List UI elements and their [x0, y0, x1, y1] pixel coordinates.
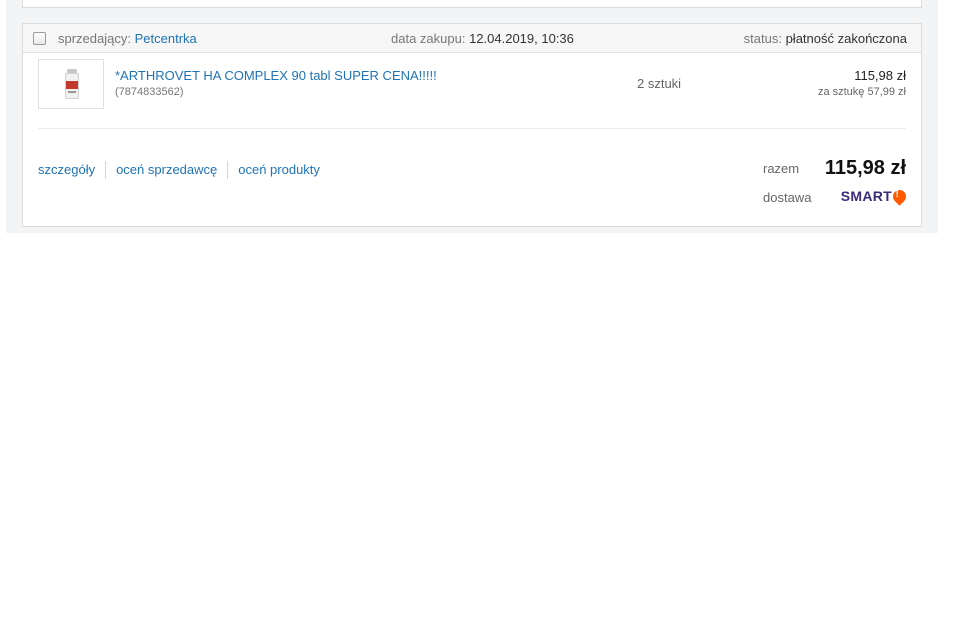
checkbox-icon[interactable]	[33, 32, 46, 45]
status-label: status:	[743, 31, 782, 46]
order-actions: szczegóły oceń sprzedawcę oceń produkty	[38, 161, 330, 179]
date-value: 12.04.2019, 10:36	[469, 31, 574, 46]
seller-info: sprzedający: Petcentrka	[58, 31, 197, 46]
date-label: data zakupu:	[391, 31, 466, 46]
rate-products-link[interactable]: oceń produkty	[227, 161, 330, 179]
seller-label: sprzedający:	[58, 31, 131, 46]
total-value: 115,98 zł	[824, 157, 906, 179]
product-title-link[interactable]: *ARTHROVET HA COMPLEX 90 tabl SUPER CENA…	[115, 68, 437, 83]
order-header: sprzedający: Petcentrka data zakupu: 12.…	[23, 24, 921, 53]
order-card: sprzedający: Petcentrka data zakupu: 12.…	[22, 23, 922, 227]
order-status: status: płatność zakończona	[744, 31, 907, 46]
delivery-label: dostawa	[763, 190, 812, 205]
details-link[interactable]: szczegóły	[38, 161, 105, 179]
product-price: 115,98 zł	[854, 68, 906, 83]
product-thumbnail[interactable]	[38, 59, 104, 109]
previous-order-card	[22, 0, 922, 8]
status-value: płatność zakończona	[785, 31, 907, 46]
product-quantity: 2 sztuki	[637, 76, 682, 91]
total-label: razem	[763, 161, 800, 176]
order-item-row: *ARTHROVET HA COMPLEX 90 tabl SUPER CENA…	[23, 53, 921, 128]
smart-delivery-badge: SMART	[840, 186, 909, 206]
divider	[38, 128, 906, 129]
smart-location-pin-icon	[890, 186, 909, 206]
product-unit-price: za sztukę 57,99 zł	[817, 86, 906, 98]
product-id: (7874833562)	[115, 86, 184, 98]
rate-seller-link[interactable]: oceń sprzedawcę	[105, 161, 227, 179]
product-bottle-icon	[65, 69, 79, 99]
purchase-date: data zakupu: 12.04.2019, 10:36	[391, 31, 574, 46]
smart-brand-text: SMART	[840, 188, 892, 204]
seller-link[interactable]: Petcentrka	[135, 31, 197, 46]
